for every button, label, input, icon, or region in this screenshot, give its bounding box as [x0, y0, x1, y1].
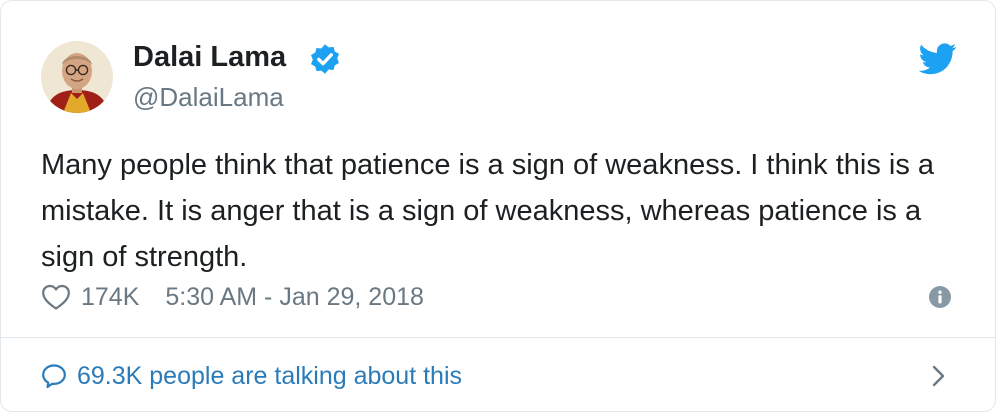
speech-bubble-icon	[42, 364, 66, 389]
heart-icon[interactable]	[41, 283, 71, 311]
like-count[interactable]: 174K	[81, 283, 139, 312]
info-icon[interactable]	[929, 286, 951, 308]
avatar[interactable]	[41, 41, 113, 113]
chevron-right-icon[interactable]	[929, 362, 949, 390]
tweet-card: Dalai Lama @DalaiLama Many people think …	[0, 0, 996, 412]
verified-badge-icon	[310, 44, 340, 74]
display-name[interactable]: Dalai Lama	[133, 39, 286, 75]
conversation-label[interactable]: 69.3K people are talking about this	[77, 362, 462, 391]
divider	[1, 337, 995, 338]
avatar-image	[41, 41, 113, 113]
tweet-text: Many people think that patience is a sig…	[41, 149, 935, 273]
twitter-bird-icon[interactable]	[919, 43, 957, 75]
tweet-timestamp[interactable]: 5:30 AM - Jan 29, 2018	[165, 283, 424, 312]
tweet-meta: 174K 5:30 AM - Jan 29, 2018	[41, 279, 424, 315]
user-handle[interactable]: @DalaiLama	[133, 81, 284, 113]
conversation-link[interactable]: 69.3K people are talking about this	[41, 356, 462, 396]
